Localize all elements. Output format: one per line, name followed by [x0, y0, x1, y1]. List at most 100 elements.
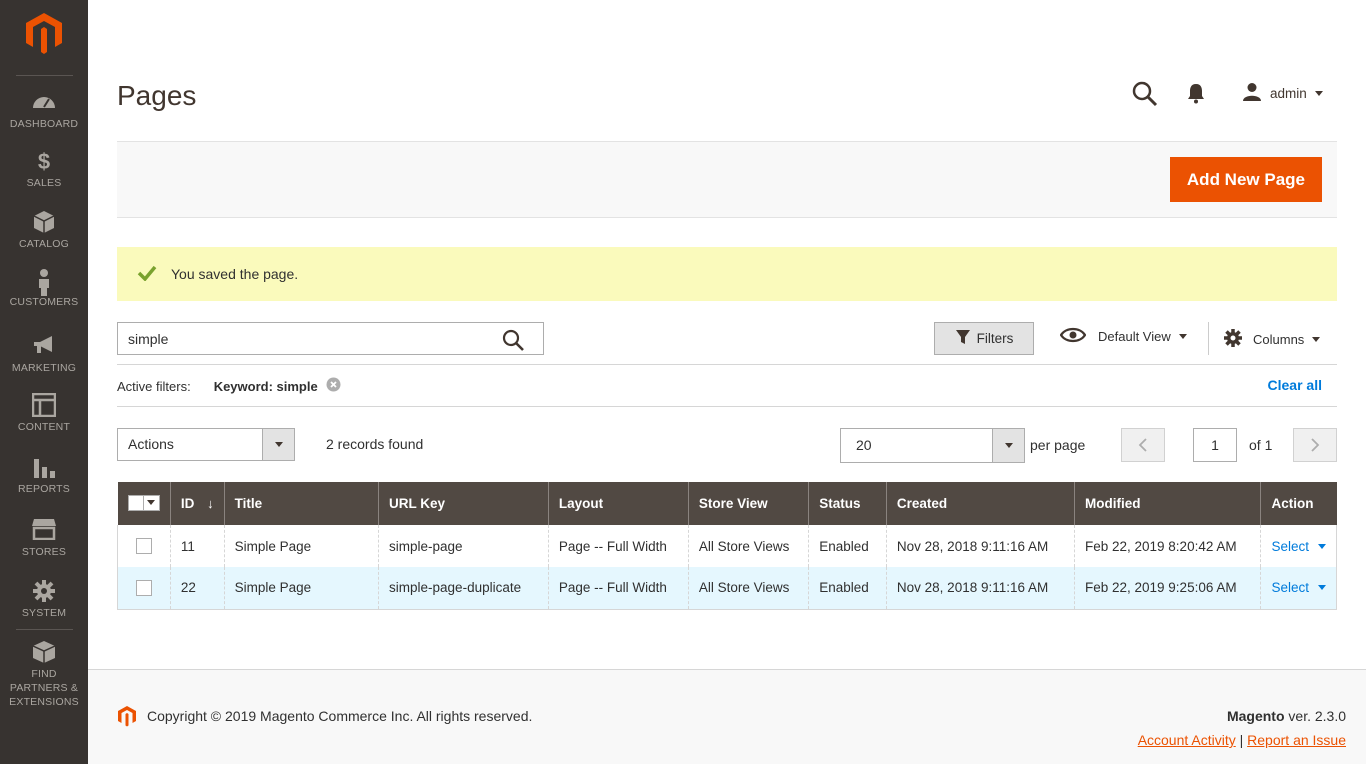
active-filters: Active filters: Keyword: simple [117, 377, 341, 395]
report-issue-link[interactable]: Report an Issue [1247, 732, 1346, 748]
table-row[interactable]: 11 Simple Page simple-page Page -- Full … [117, 525, 1337, 567]
megaphone-icon [0, 334, 88, 358]
view-label: Default View [1098, 329, 1171, 344]
sidebar-item-label: SALES [26, 177, 62, 189]
magento-logo-icon[interactable] [24, 12, 64, 54]
sidebar-item-content[interactable]: CONTENT [0, 393, 88, 434]
cell-title: Simple Page [223, 567, 379, 610]
checkmark-icon [137, 265, 157, 284]
search-icon[interactable] [502, 329, 524, 354]
cell-status: Enabled [808, 567, 887, 610]
sidebar-item-marketing[interactable]: MARKETING [0, 334, 88, 375]
mass-select-checkbox[interactable] [127, 494, 160, 511]
divider [117, 406, 1337, 407]
cell-id: 11 [169, 525, 225, 567]
per-page-select[interactable]: 20 [840, 428, 1025, 463]
svg-text:$: $ [38, 149, 50, 173]
sidebar-item-stores[interactable]: STORES [0, 518, 88, 559]
select-all-header[interactable] [117, 482, 171, 525]
sidebar-item-label: REPORTS [18, 483, 70, 495]
row-checkbox-cell [117, 567, 171, 610]
chevron-down-icon [1178, 334, 1187, 339]
current-page-input[interactable]: 1 [1193, 428, 1237, 462]
mass-actions-dropdown[interactable]: Actions [117, 428, 295, 461]
sidebar-item-label: MARKETING [11, 362, 77, 374]
cell-store-view: All Store Views [687, 525, 809, 567]
column-header-url-key[interactable]: URL Key [378, 482, 549, 525]
columns-dropdown[interactable]: Columns [1223, 328, 1321, 351]
column-header-created[interactable]: Created [885, 482, 1075, 525]
sidebar-item-find-partners[interactable]: FIND PARTNERS & EXTENSIONS [0, 640, 88, 709]
row-action-select[interactable]: Select [1271, 539, 1326, 554]
chevron-down-icon [262, 429, 294, 460]
previous-page-button[interactable] [1121, 428, 1165, 462]
page-actions-bar: Add New Page [117, 141, 1337, 218]
cell-modified: Feb 22, 2019 8:20:42 AM [1073, 525, 1261, 567]
sidebar-item-label: CUSTOMERS [9, 296, 79, 308]
sidebar-item-label: STORES [21, 546, 67, 558]
cell-url-key: simple-page-duplicate [378, 567, 549, 610]
sidebar-item-label: CONTENT [17, 421, 71, 433]
add-new-page-button[interactable]: Add New Page [1169, 157, 1322, 202]
cell-layout: Page -- Full Width [547, 567, 689, 610]
user-name: admin [1270, 86, 1307, 101]
brand-name: Magento [1226, 708, 1285, 724]
global-search-icon[interactable] [1132, 81, 1158, 110]
dashboard-icon [0, 90, 88, 114]
message-text: You saved the page. [171, 266, 299, 282]
filter-chip-label: Keyword: simple [213, 378, 318, 394]
page-count: of 1 [1249, 437, 1273, 453]
cell-url-key: simple-page [378, 525, 549, 567]
admin-user-menu[interactable]: admin [1242, 82, 1323, 105]
cube-icon [0, 210, 88, 234]
per-page-value: 20 [856, 437, 872, 453]
column-header-status[interactable]: Status [808, 482, 887, 525]
column-header-modified[interactable]: Modified [1073, 482, 1261, 525]
user-icon [1242, 82, 1262, 105]
eye-icon [1059, 327, 1087, 346]
cell-id: 22 [169, 567, 225, 610]
remove-filter-icon[interactable] [326, 377, 341, 395]
admin-sidebar: DASHBOARD $ SALES CATALOG CUSTOMERS MARK… [0, 0, 88, 764]
next-page-button[interactable] [1293, 428, 1337, 462]
cell-title: Simple Page [223, 525, 379, 567]
column-header-layout[interactable]: Layout [547, 482, 689, 525]
cell-action: Select [1260, 525, 1337, 567]
sidebar-item-label: DASHBOARD [9, 118, 79, 130]
row-checkbox[interactable] [135, 579, 152, 596]
column-header-title[interactable]: Title [223, 482, 379, 525]
column-header-id[interactable]: ID ↓ [169, 482, 225, 525]
row-checkbox[interactable] [135, 538, 152, 555]
sidebar-item-dashboard[interactable]: DASHBOARD [0, 90, 88, 131]
keyword-search-box [117, 322, 544, 355]
clear-all-filters-link[interactable]: Clear all [1268, 377, 1322, 393]
bar-chart-icon [0, 455, 88, 479]
person-icon [0, 268, 88, 296]
sort-arrow-icon: ↓ [207, 496, 214, 511]
sidebar-item-customers[interactable]: CUSTOMERS [0, 268, 88, 309]
sidebar-item-catalog[interactable]: CATALOG [0, 210, 88, 251]
cell-store-view: All Store Views [687, 567, 809, 610]
table-row[interactable]: 22 Simple Page simple-page-duplicate Pag… [117, 567, 1337, 610]
table-header-row: ID ↓ Title URL Key Layout Store View Stat… [117, 482, 1337, 525]
account-activity-link[interactable]: Account Activity [1138, 732, 1236, 748]
filters-button[interactable]: Filters [934, 322, 1034, 355]
sidebar-item-system[interactable]: SYSTEM [0, 579, 88, 620]
keyword-search-input[interactable] [118, 323, 488, 354]
sidebar-item-sales[interactable]: $ SALES [0, 149, 88, 190]
per-page-label: per page [1030, 437, 1086, 453]
cell-status: Enabled [808, 525, 887, 567]
sidebar-item-reports[interactable]: REPORTS [0, 455, 88, 496]
cell-created: Nov 28, 2018 9:11:16 AM [885, 525, 1075, 567]
chevron-down-icon [1318, 585, 1326, 591]
layout-icon [0, 393, 88, 417]
row-action-select[interactable]: Select [1271, 580, 1326, 595]
notifications-bell-icon[interactable] [1186, 82, 1206, 107]
magento-footer-logo-icon [117, 705, 137, 730]
cell-layout: Page -- Full Width [547, 525, 689, 567]
divider [117, 364, 1337, 365]
sidebar-item-label: CATALOG [18, 238, 70, 250]
default-view-dropdown[interactable]: Default View [1059, 327, 1187, 346]
chevron-left-icon [1138, 438, 1147, 452]
column-header-store-view[interactable]: Store View [687, 482, 809, 525]
